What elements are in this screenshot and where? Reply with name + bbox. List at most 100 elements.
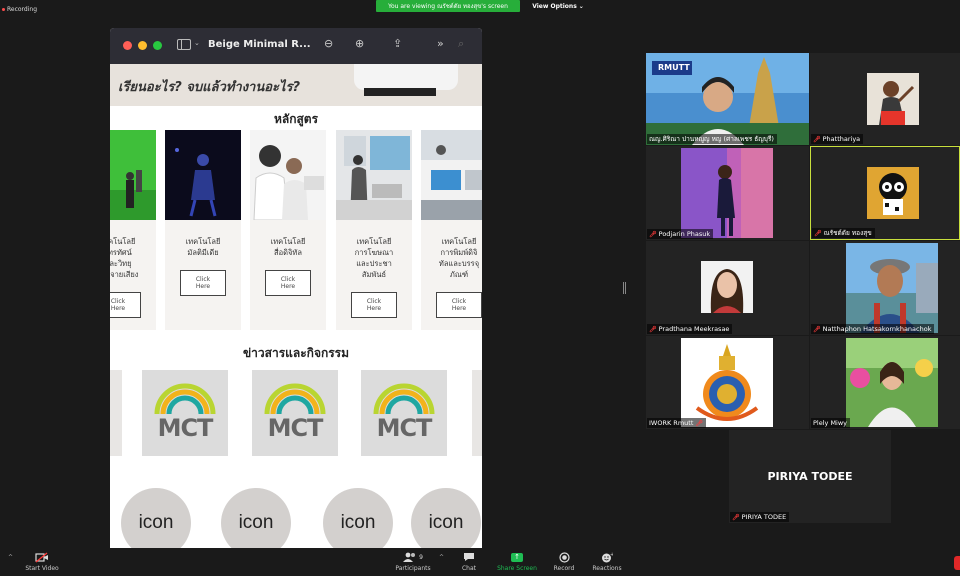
svg-text:+: + xyxy=(610,552,613,558)
participant-name: Natthaphon Hatsakornkhanachok xyxy=(822,325,932,333)
close-window-icon xyxy=(123,41,132,50)
participant-avatar xyxy=(867,167,919,219)
audio-options-caret-icon[interactable]: ^ xyxy=(8,554,13,561)
participant-name-tag: IWORK Rmutt 🎤︎ xyxy=(647,418,706,428)
course-image xyxy=(421,130,482,220)
chat-button[interactable]: Chat xyxy=(444,550,494,572)
rmutt-logo-text: RMUTT xyxy=(658,63,690,72)
website-page: เรียนอะไร? จบแล้วทำงานอะไร? หลักสูตร เทค… xyxy=(110,64,482,548)
chevron-down-icon: ⌄ xyxy=(578,2,584,10)
icon-placeholder: icon xyxy=(221,488,291,548)
icon-placeholder: icon xyxy=(121,488,191,548)
participant-tile-active-speaker[interactable]: 🎤︎ ณรัชต์ดัย ทองสุข xyxy=(810,146,960,240)
course-click-button[interactable]: Click Here xyxy=(351,292,397,318)
reactions-button[interactable]: + Reactions xyxy=(582,550,632,573)
participant-tile[interactable]: Plely Miwy xyxy=(810,336,960,429)
participant-name-display: PIRIYA TODEE xyxy=(767,470,853,483)
mct-logo-icon xyxy=(154,383,216,415)
news-logo-text: MCT xyxy=(157,414,214,442)
shared-window-titlebar: ⌄ Beige Minimal R... ⊖ ⊕ ⇪ » ⌕ xyxy=(110,28,482,64)
course-label: เทคโนโลยี มัลติมีเดีย xyxy=(185,237,221,257)
start-video-button[interactable]: Start Video xyxy=(17,550,67,572)
participant-tile[interactable]: RMUTT ณญ.ศิริณา ปานหญูญ หญ (ศาลเพชร ธัญบ… xyxy=(646,53,809,145)
mic-muted-icon: 🎤︎ xyxy=(649,230,657,238)
participant-tile[interactable]: 🎤︎ Phatthariya xyxy=(810,53,960,145)
participant-tile[interactable]: 🎤︎ Podjarin Phasuk xyxy=(646,146,809,240)
participants-label: Participants xyxy=(395,565,431,572)
participant-tile[interactable]: 🎤︎ Natthaphon Hatsakornkhanachok xyxy=(810,241,960,335)
video-off-icon xyxy=(17,550,67,564)
participant-avatar xyxy=(867,73,919,125)
participant-avatar xyxy=(701,261,753,313)
course-card: เทคโนโลยี สื่อดิจิทัล Click Here xyxy=(250,130,326,330)
course-click-button[interactable]: Click Here xyxy=(180,270,226,296)
participant-name-tag: 🎤︎ Pradthana Meekrasae xyxy=(647,324,733,334)
participant-name: ณรัชต์ดัย ทองสุข xyxy=(823,229,872,237)
course-click-button[interactable]: Click Here xyxy=(110,292,141,318)
viewing-banner: You are viewing ณรัชต์ดัย ทองสุข's scree… xyxy=(376,0,520,12)
participant-avatar xyxy=(681,338,773,427)
view-options-label: View Options xyxy=(532,2,577,10)
zoom-in-icon: ⊕ xyxy=(355,37,365,50)
participant-avatar xyxy=(846,338,938,427)
course-click-button[interactable]: Click Here xyxy=(436,292,482,318)
participant-avatar xyxy=(681,148,773,238)
mic-muted-icon: 🎤︎ xyxy=(695,419,703,427)
news-card: MCT xyxy=(252,370,338,456)
zoom-out-icon: ⊖ xyxy=(324,37,334,50)
participants-button[interactable]: 9 Participants xyxy=(388,550,438,572)
participant-name-tag: 🎤︎ Phatthariya xyxy=(811,134,864,144)
participant-name: Pradthana Meekrasae xyxy=(658,325,730,333)
recording-indicator: Recording xyxy=(2,6,37,13)
participant-name-tag: 🎤︎ PIRIYA TODEE xyxy=(730,512,790,522)
reactions-label: Reactions xyxy=(592,565,622,572)
courses-heading: หลักสูตร xyxy=(273,112,319,126)
share-icon: ⇪ xyxy=(393,37,403,50)
shared-screen: ⌄ Beige Minimal R... ⊖ ⊕ ⇪ » ⌕ เรียนอะไร… xyxy=(110,28,482,548)
chat-label: Chat xyxy=(461,565,477,572)
mic-muted-icon: 🎤︎ xyxy=(813,135,821,143)
participant-tile[interactable]: PIRIYA TODEE 🎤︎ PIRIYA TODEE xyxy=(729,430,891,523)
participant-name: Plely Miwy xyxy=(813,419,848,427)
participant-name: Phatthariya xyxy=(822,135,861,143)
course-label: เทคโนโลยี สื่อดิจิทัล xyxy=(270,237,306,257)
course-card: เทคโนโลยี มัลติมีเดีย Click Here xyxy=(165,130,241,330)
split-drag-handle[interactable] xyxy=(623,282,626,294)
view-options-button[interactable]: View Options ⌄ xyxy=(530,0,586,12)
share-screen-button[interactable]: ↑ Share Screen xyxy=(492,550,542,572)
forward-icon: » xyxy=(437,37,444,50)
shared-window-title: Beige Minimal R... xyxy=(208,39,311,50)
recording-dot-icon xyxy=(2,8,5,11)
sidebar-icon xyxy=(177,39,191,50)
start-video-label: Start Video xyxy=(25,565,59,572)
icon-placeholder: icon xyxy=(411,488,481,548)
zoom-meeting-window: Recording You are viewing ณรัชต์ดัย ทองส… xyxy=(0,0,960,576)
news-card-partial xyxy=(110,370,122,456)
minimize-window-icon xyxy=(138,41,147,50)
course-label: เทคโนโลยี การโฆษณา และประชา สัมพันธ์ xyxy=(354,237,394,279)
mic-muted-icon: 🎤︎ xyxy=(813,325,821,333)
course-label: เทคโนโลยี ไทรทัศน์ และวิทยุ กระจายเสียง xyxy=(110,237,139,279)
participants-count: 9 xyxy=(419,553,423,561)
participant-tile[interactable]: 🎤︎ Pradthana Meekrasae xyxy=(646,241,809,335)
participant-name-tag: 🎤︎ Podjarin Phasuk xyxy=(647,229,714,239)
participant-name-tag: 🎤︎ ณรัชต์ดัย ทองสุข xyxy=(812,228,875,238)
leave-button[interactable] xyxy=(954,556,960,570)
meeting-toolbar: ^ Start Video 9 Participants ^ Chat ↑ Sh… xyxy=(0,548,960,576)
participant-name: IWORK Rmutt xyxy=(649,419,694,427)
mic-muted-icon: 🎤︎ xyxy=(814,229,822,237)
chat-icon xyxy=(444,550,494,564)
participant-name-tag: Plely Miwy xyxy=(811,418,851,428)
search-icon: ⌕ xyxy=(458,37,465,50)
news-logo-text: MCT xyxy=(267,414,324,442)
course-card: เทคโนโลยี ไทรทัศน์ และวิทยุ กระจายเสียง … xyxy=(110,130,156,330)
course-card: เทคโนโลยี การโฆษณา และประชา สัมพันธ์ Cli… xyxy=(336,130,412,330)
mct-logo-icon xyxy=(264,383,326,415)
participants-icon: 9 xyxy=(388,550,438,564)
reactions-icon: + xyxy=(582,550,632,564)
course-click-button[interactable]: Click Here xyxy=(265,270,311,296)
mic-muted-icon: 🎤︎ xyxy=(732,513,740,521)
participant-tile[interactable]: IWORK Rmutt 🎤︎ xyxy=(646,336,809,429)
chevron-down-icon: ⌄ xyxy=(194,39,200,47)
news-card: MCT xyxy=(142,370,228,456)
